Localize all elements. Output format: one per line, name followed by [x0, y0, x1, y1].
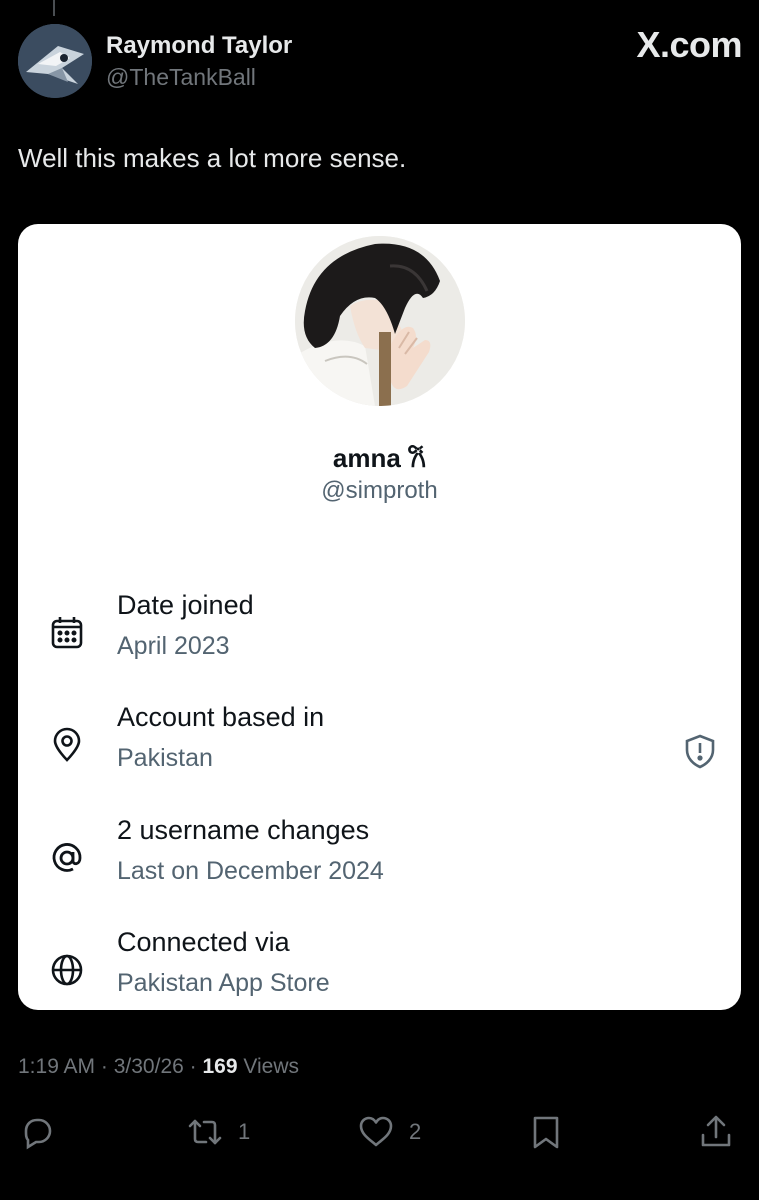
info-subtitle: Last on December 2024 — [117, 857, 384, 885]
like-button[interactable]: 2 — [357, 1110, 421, 1154]
heart-icon — [359, 1116, 393, 1147]
bookmark-icon — [533, 1116, 559, 1149]
info-title: 2 username changes — [117, 815, 370, 845]
info-row-account-based-in: Account based in Pakistan — [18, 702, 741, 792]
share-icon — [701, 1115, 731, 1147]
retweet-button[interactable]: 1 — [186, 1110, 250, 1154]
views-count: 169 — [202, 1055, 238, 1078]
post-header: Raymond Taylor @TheTankBall X.com — [18, 24, 742, 100]
views-label: Views — [243, 1055, 300, 1078]
retweet-count: 1 — [238, 1119, 251, 1144]
shield-alert-icon[interactable] — [681, 732, 719, 770]
retweet-icon — [188, 1119, 222, 1145]
info-row-date-joined: Date joined April 2023 — [18, 590, 741, 680]
author-handle[interactable]: @TheTankBall — [106, 64, 256, 91]
calendar-icon — [48, 614, 86, 652]
post-text: Well this makes a lot more sense. — [18, 143, 407, 173]
info-title: Account based in — [117, 702, 325, 732]
share-button[interactable] — [697, 1110, 735, 1154]
profile-picture — [295, 236, 465, 406]
separator-dot: · — [189, 1055, 203, 1078]
separator-dot: · — [100, 1055, 114, 1078]
author-avatar[interactable] — [18, 24, 92, 98]
info-row-username-changes: 2 username changes Last on December 2024 — [18, 815, 741, 905]
bookmark-button[interactable] — [527, 1110, 565, 1154]
info-subtitle: Pakistan — [117, 744, 213, 772]
info-row-connected-via: Connected via Pakistan App Store — [18, 927, 741, 1017]
post-metadata: 1:19 AM · 3/30/26 · 169 Views — [18, 1055, 299, 1079]
info-subtitle: Pakistan App Store — [117, 969, 330, 997]
author-name[interactable]: Raymond Taylor — [106, 32, 292, 60]
brand-logo-text: X.com — [636, 24, 742, 65]
thread-connector-line — [53, 0, 55, 16]
post-time[interactable]: 1:19 AM — [18, 1055, 95, 1078]
like-count: 2 — [409, 1119, 422, 1144]
post-actions-bar: 1 2 — [0, 1110, 759, 1154]
reply-button[interactable] — [18, 1110, 56, 1154]
location-pin-icon — [48, 726, 86, 764]
info-title: Date joined — [117, 590, 254, 620]
info-title: Connected via — [117, 927, 290, 957]
at-sign-icon — [48, 839, 86, 877]
reply-icon — [24, 1118, 52, 1150]
post-date[interactable]: 3/30/26 — [114, 1055, 184, 1078]
profile-info-card: amna 𐙚 @simproth Date joined April 2023 — [18, 224, 741, 1010]
profile-display-name: amna 𐙚 — [332, 443, 427, 473]
profile-handle: @simproth — [321, 477, 438, 504]
info-subtitle: April 2023 — [117, 632, 230, 660]
globe-icon — [48, 951, 86, 989]
